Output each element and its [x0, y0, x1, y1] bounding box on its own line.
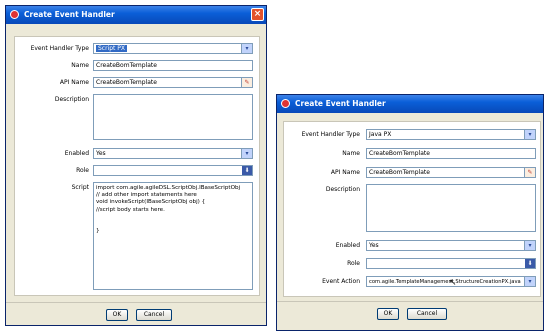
cancel-button[interactable]: Cancel	[136, 309, 172, 321]
event-action-value: com.agile.TemplateManagement.StructureCr…	[369, 279, 521, 285]
label-event-handler-type: Event Handler Type	[30, 45, 89, 52]
script-line: }	[96, 228, 100, 235]
script-line: import com.agile.agileDSL.ScriptObj.IBas…	[96, 185, 241, 191]
cancel-button[interactable]: Cancel	[407, 308, 447, 320]
script-textarea[interactable]: import com.agile.agileDSL.ScriptObj.IBas…	[93, 182, 253, 290]
label-enabled: Enabled	[335, 242, 360, 249]
api-name-value: CreateBomTemplate	[96, 79, 157, 86]
role-picker-icon[interactable]: ⬇	[242, 166, 252, 175]
enabled-value: Yes	[369, 242, 379, 249]
label-description: Description	[54, 96, 89, 103]
right-title-bar[interactable]: Create Event Handler	[277, 95, 543, 113]
label-name: Name	[71, 62, 89, 69]
right-dialog: Create Event Handler Event Handler Type …	[276, 94, 544, 331]
description-textarea[interactable]	[366, 184, 536, 232]
label-event-action: Event Action	[322, 278, 360, 285]
left-dialog: Create Event Handler × Event Handler Typ…	[5, 5, 267, 326]
ok-button[interactable]: OK	[106, 309, 128, 321]
app-icon	[281, 99, 290, 108]
event-handler-type-value: Java PX	[369, 131, 392, 138]
left-button-row: OK Cancel	[6, 302, 266, 327]
script-line: //script body starts here.	[96, 206, 165, 213]
label-api-name: API Name	[59, 79, 89, 86]
role-input[interactable]: ⬇	[93, 165, 253, 176]
api-name-value: CreateBomTemplate	[369, 169, 430, 176]
app-icon	[10, 10, 19, 19]
label-event-handler-type: Event Handler Type	[301, 131, 360, 138]
event-handler-type-select[interactable]: Java PX ▾	[366, 129, 536, 140]
event-handler-type-select[interactable]: Script PX ▾	[93, 43, 253, 54]
edit-icon[interactable]: ✎	[524, 168, 535, 177]
edit-icon[interactable]: ✎	[241, 78, 252, 87]
api-name-input[interactable]: CreateBomTemplate ✎	[366, 167, 536, 178]
label-script: Script	[71, 184, 89, 191]
description-textarea[interactable]	[93, 94, 253, 140]
script-line	[96, 221, 250, 228]
label-role: Role	[76, 167, 89, 174]
label-name: Name	[342, 150, 360, 157]
mouse-cursor-icon: ↖	[449, 278, 457, 288]
chevron-down-icon[interactable]: ▾	[524, 241, 535, 250]
api-name-input[interactable]: CreateBomTemplate ✎	[93, 77, 253, 88]
chevron-down-icon[interactable]: ▾	[241, 149, 252, 158]
name-input[interactable]: CreateBomTemplate	[93, 60, 253, 71]
chevron-down-icon[interactable]: ▾	[524, 130, 535, 139]
name-input[interactable]: CreateBomTemplate	[366, 148, 536, 159]
left-form-panel: Event Handler Type Script PX ▾ Name Crea…	[14, 36, 260, 296]
chevron-down-icon[interactable]: ▾	[524, 277, 535, 286]
script-line	[96, 214, 250, 221]
left-dialog-title: Create Event Handler	[24, 10, 115, 19]
label-api-name: API Name	[330, 169, 360, 176]
event-handler-type-value: Script PX	[96, 45, 128, 52]
left-title-bar[interactable]: Create Event Handler ×	[6, 6, 266, 24]
enabled-value: Yes	[96, 150, 106, 157]
label-enabled: Enabled	[64, 150, 89, 157]
label-description: Description	[325, 186, 360, 193]
script-line: // add other import statements here	[96, 192, 197, 199]
enabled-select[interactable]: Yes ▾	[93, 148, 253, 159]
ok-button[interactable]: OK	[377, 308, 399, 320]
right-form-panel: Event Handler Type Java PX ▾ Name Create…	[283, 121, 541, 297]
chevron-down-icon[interactable]: ▾	[241, 44, 252, 53]
right-dialog-title: Create Event Handler	[295, 99, 386, 108]
enabled-select[interactable]: Yes ▾	[366, 240, 536, 251]
right-button-row: OK Cancel	[277, 301, 543, 332]
role-picker-icon[interactable]: ⬇	[525, 259, 535, 268]
close-icon[interactable]: ×	[251, 8, 264, 21]
label-role: Role	[347, 260, 360, 267]
role-input[interactable]: ⬇	[366, 258, 536, 269]
script-line: void invokeScript(IBaseScriptObj obj) {	[96, 199, 206, 206]
